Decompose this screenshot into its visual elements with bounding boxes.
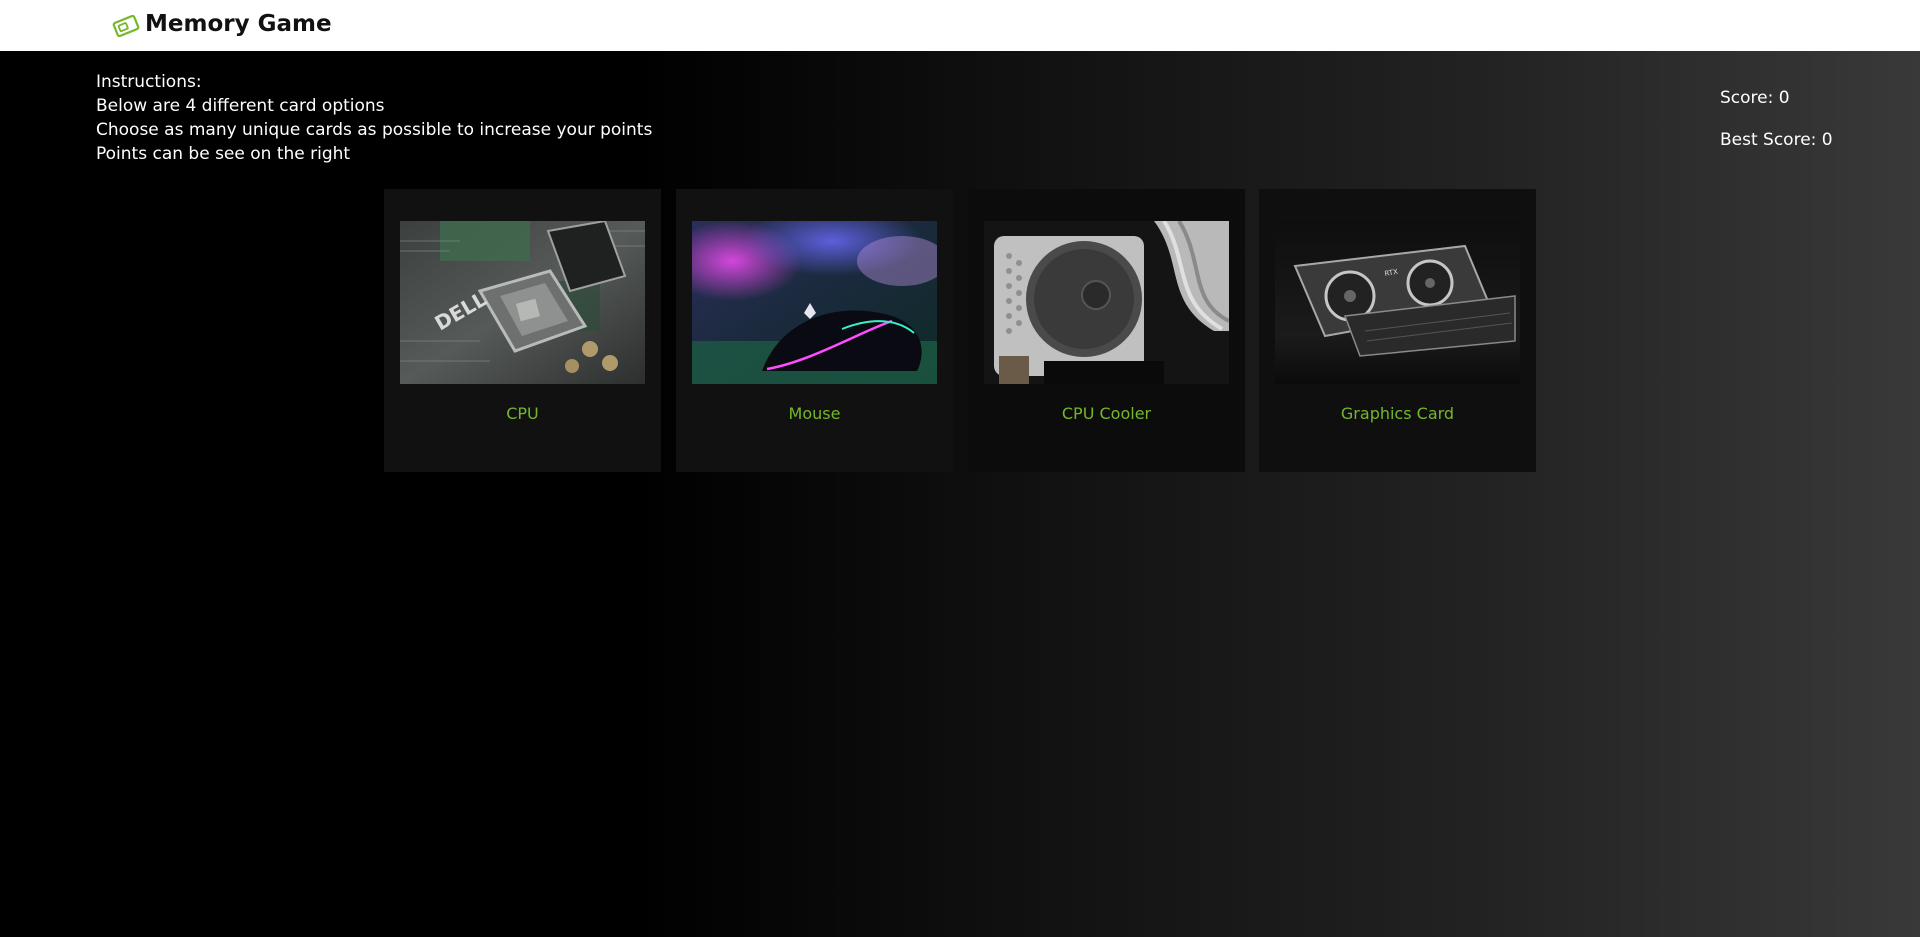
- cpu-image: DELL: [400, 221, 645, 384]
- instruction-line: Points can be see on the right: [96, 144, 351, 164]
- card-label: CPU Cooler: [1061, 404, 1152, 423]
- card-label: Mouse: [788, 404, 841, 423]
- graphics-card-image: RTX: [1275, 221, 1520, 384]
- instructions: Instructions: Below are 4 different card…: [96, 70, 652, 166]
- card-graphics-card[interactable]: RTX Graphics Card: [1259, 189, 1536, 472]
- top-header: Memory Game: [0, 0, 1920, 51]
- best-score-value: Best Score: 0: [1720, 130, 1833, 150]
- cards-icon: [112, 14, 140, 38]
- card-label: Graphics Card: [1340, 404, 1455, 423]
- instruction-line: Below are 4 different card options: [96, 96, 385, 116]
- mouse-image: [692, 221, 937, 384]
- graphics-card-photo: RTX: [1275, 221, 1520, 384]
- card-mouse[interactable]: Mouse: [676, 189, 953, 472]
- cpu-cooler-image: [984, 221, 1229, 384]
- instruction-line: Choose as many unique cards as possible …: [96, 120, 653, 140]
- card-cpu[interactable]: DELL CPU: [384, 189, 661, 472]
- card-label: CPU: [506, 404, 539, 423]
- score-value: Score: 0: [1720, 88, 1790, 108]
- card-cpu-cooler[interactable]: CPU Cooler: [968, 189, 1245, 472]
- cpu-socket-photo: DELL: [400, 221, 645, 384]
- cpu-cooler-photo: [984, 221, 1229, 384]
- gaming-mouse-photo: [692, 221, 937, 384]
- app-title: Memory Game: [145, 11, 332, 37]
- instructions-heading: Instructions:: [96, 72, 202, 92]
